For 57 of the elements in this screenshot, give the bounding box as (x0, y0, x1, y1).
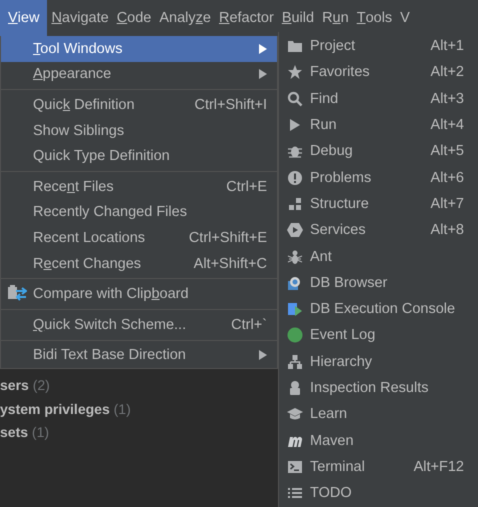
menu-item[interactable]: Appearance (1, 62, 277, 88)
folder-icon (287, 38, 303, 54)
menu-item[interactable]: Hierarchy (279, 348, 478, 375)
menu-bar-item[interactable]: V (396, 0, 414, 36)
menu-item[interactable]: Quick Switch Scheme... Ctrl+` (1, 312, 277, 338)
menu-item[interactable]: Tool Windows (1, 36, 277, 62)
menu-item[interactable]: Favorites Alt+2 (279, 59, 478, 86)
menu-item[interactable]: Project Alt+1 (279, 33, 478, 60)
structure-icon (287, 196, 303, 212)
menu-item[interactable]: Quick Definition Ctrl+Shift+I (1, 92, 277, 118)
alert-icon (287, 170, 303, 186)
terminal-icon (287, 458, 303, 475)
menu-bar-item[interactable]: Run (318, 0, 353, 36)
menu-item[interactable]: Recent Locations Ctrl+Shift+E (1, 225, 277, 251)
menu-item[interactable]: Run Alt+4 (279, 112, 478, 138)
tree-item[interactable]: ystem privileges (1) (0, 400, 131, 418)
star-icon (287, 64, 303, 80)
menu-item[interactable]: Maven (279, 427, 478, 454)
menu-item[interactable]: Inspection Results (279, 374, 478, 402)
menu-item[interactable]: Ant (279, 243, 478, 270)
menu-item[interactable]: Bidi Text Base Direction (1, 342, 277, 368)
inspection-icon (287, 380, 303, 396)
services-icon (287, 222, 303, 238)
menu-item[interactable]: Recent Files Ctrl+E (1, 174, 277, 200)
menu-item[interactable]: Services Alt+8 (279, 217, 478, 244)
ant-icon (287, 248, 303, 265)
search-icon (287, 90, 303, 107)
menu-item[interactable]: Terminal Alt+F12 (279, 454, 478, 480)
menu-item[interactable]: Show Siblings (1, 118, 277, 144)
db-console-icon (287, 301, 303, 318)
menu-item[interactable]: DB Browser (279, 270, 478, 296)
menu-bar-item[interactable]: Build (278, 0, 318, 36)
menu-bar-item[interactable]: Navigate (47, 0, 113, 36)
menu-bar-item[interactable]: Analyze (155, 0, 215, 36)
menu-item[interactable]: DB Execution Console (279, 296, 478, 322)
hierarchy-icon (287, 354, 303, 370)
menu-item[interactable]: Find Alt+3 (279, 86, 478, 112)
menu-bar-item[interactable]: Code (112, 0, 156, 36)
menu-item[interactable]: Recent Changes Alt+Shift+C (1, 250, 277, 276)
circle-icon (287, 327, 303, 344)
menu-item[interactable]: Structure Alt+7 (279, 190, 478, 218)
menu-item[interactable]: Recently Changed Files (1, 200, 277, 226)
menu-item[interactable]: Compare with Clipboard (1, 281, 277, 307)
graduation-icon (287, 406, 303, 422)
menu-bar-item[interactable]: View (0, 0, 48, 36)
tree-item[interactable]: sers (2) (0, 377, 131, 394)
menu-item[interactable]: TODO (279, 480, 478, 506)
db-browser-icon (287, 274, 303, 291)
tree-item[interactable]: sets (1) (0, 424, 131, 442)
menu-bar-item[interactable]: Refactor (214, 0, 278, 36)
compare-icon (7, 285, 27, 304)
menu-item[interactable]: Event Log (279, 322, 478, 349)
menu-item[interactable]: Problems Alt+6 (279, 164, 478, 191)
menu-bar-item[interactable]: Tools (352, 0, 396, 36)
menu-item[interactable]: Debug Alt+5 (279, 138, 478, 164)
menu-item[interactable]: Quick Type Definition (1, 143, 277, 169)
menu-item[interactable]: Learn (279, 401, 478, 428)
